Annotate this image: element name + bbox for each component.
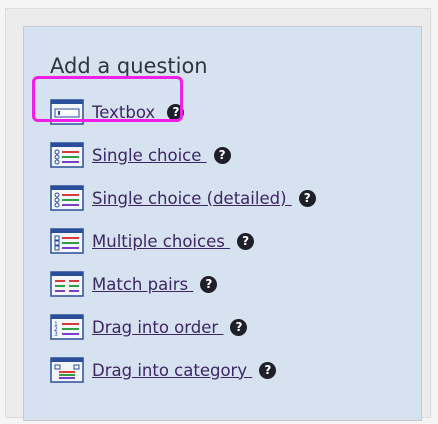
help-icon[interactable]: ? xyxy=(298,189,316,207)
match-pairs-link[interactable]: Match pairs xyxy=(92,275,193,294)
multiple-choices-link[interactable]: Multiple choices xyxy=(92,232,230,251)
multiple-choices-icon xyxy=(50,228,84,254)
textbox-question-icon xyxy=(50,99,84,125)
panel-title: Add a question xyxy=(50,54,208,78)
outer-frame: Add a question Textbox ? Single choice ?… xyxy=(5,8,431,421)
help-icon[interactable]: ? xyxy=(213,146,231,164)
drag-into-category-link[interactable]: Drag into category xyxy=(92,361,252,380)
help-icon[interactable]: ? xyxy=(230,318,248,336)
drag-into-order-link[interactable]: Drag into order xyxy=(92,318,223,337)
question-item-single-choice-detailed[interactable]: Single choice (detailed) ? xyxy=(50,183,316,213)
single-choice-link[interactable]: Single choice xyxy=(92,146,207,165)
question-item-single-choice[interactable]: Single choice ? xyxy=(50,140,231,170)
help-icon[interactable]: ? xyxy=(167,103,185,121)
textbox-link[interactable]: Textbox xyxy=(92,103,160,122)
add-question-panel: Add a question Textbox ? Single choice ?… xyxy=(23,26,422,421)
question-item-drag-into-order[interactable]: 1 2 3 Drag into order ? xyxy=(50,312,248,342)
help-icon[interactable]: ? xyxy=(259,361,277,379)
svg-text:3: 3 xyxy=(54,331,58,338)
question-item-match-pairs[interactable]: Match pairs ? xyxy=(50,269,218,299)
drag-into-order-icon: 1 2 3 xyxy=(50,314,84,340)
question-item-drag-into-category[interactable]: Drag into category ? xyxy=(50,355,277,385)
question-item-textbox[interactable]: Textbox ? xyxy=(50,97,185,127)
single-choice-detailed-link[interactable]: Single choice (detailed) xyxy=(92,189,292,208)
single-choice-icon xyxy=(50,142,84,168)
question-item-multiple-choices[interactable]: Multiple choices ? xyxy=(50,226,255,256)
help-icon[interactable]: ? xyxy=(200,275,218,293)
match-pairs-icon xyxy=(50,271,84,297)
help-icon[interactable]: ? xyxy=(237,232,255,250)
drag-into-category-icon xyxy=(50,357,84,383)
single-choice-detailed-icon xyxy=(50,185,84,211)
